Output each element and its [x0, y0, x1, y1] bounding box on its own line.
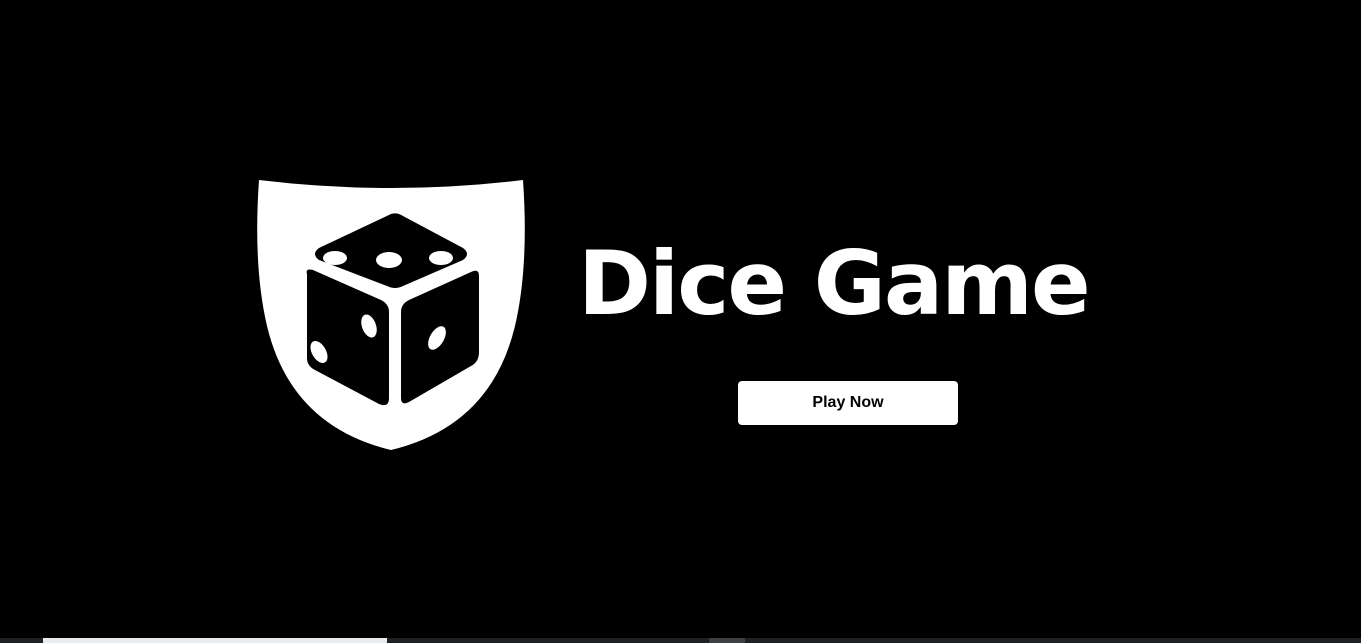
- dice-shield-icon: [255, 176, 527, 454]
- landing-page: Dice Game Play Now: [0, 0, 1361, 643]
- bottom-strip-segment: [709, 638, 745, 643]
- play-now-button[interactable]: Play Now: [738, 381, 958, 425]
- bottom-strip-segment: [43, 638, 387, 643]
- page-title: Dice Game: [578, 232, 1091, 335]
